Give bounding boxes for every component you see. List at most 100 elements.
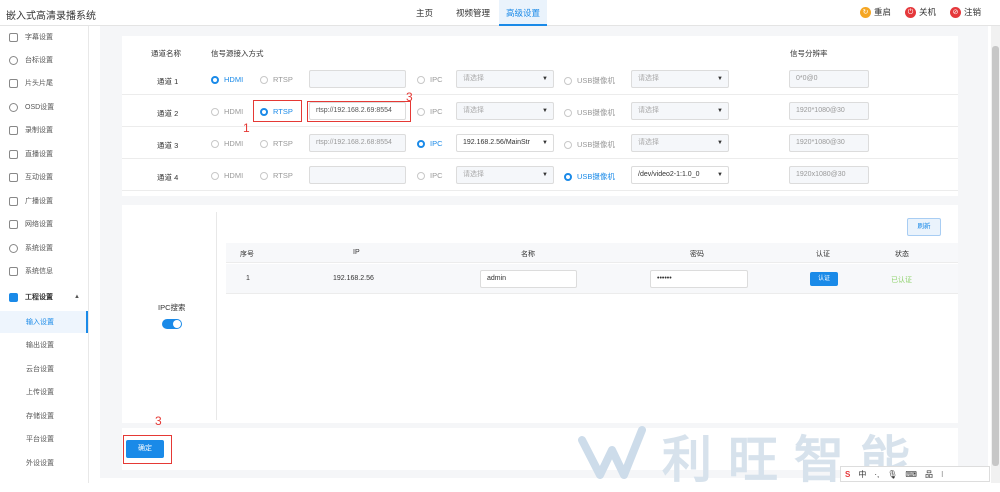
sidebar-sub-upload[interactable]: 上传设置 xyxy=(0,381,88,403)
mic-icon[interactable]: 🎙 xyxy=(887,470,897,479)
sidebar-item-subtitle[interactable]: 字幕设置 xyxy=(0,26,88,48)
radio-usb[interactable]: USB摄像机 xyxy=(564,171,615,182)
network-icon xyxy=(9,219,18,229)
radio-label: HDMI xyxy=(224,139,244,148)
sidebar-item-intro[interactable]: 片头片尾 xyxy=(0,72,88,94)
radio-rtsp[interactable]: RTSP xyxy=(260,75,293,84)
radio-dot xyxy=(564,76,572,85)
sidebar-item-label: 工程设置 xyxy=(25,294,53,301)
radio-rtsp[interactable]: RTSP xyxy=(260,139,293,148)
sidebar-item-osd[interactable]: OSD设置 xyxy=(0,96,88,118)
sidebar-item-engineering[interactable]: 工程设置 ▲ xyxy=(0,286,88,308)
resolution-field: 1920x1080@30 xyxy=(789,166,869,184)
radio-dot xyxy=(211,75,219,84)
ipc-select[interactable]: 请选择 ▼ xyxy=(456,102,554,120)
radio-dot xyxy=(564,108,572,117)
sidebar-item-network[interactable]: 网络设置 xyxy=(0,213,88,235)
annotation-number: 1 xyxy=(243,121,250,135)
sidebar-sub-input[interactable]: 输入设置 xyxy=(0,311,88,333)
ipc-search-toggle[interactable] xyxy=(162,319,182,329)
chevron-down-icon: ▼ xyxy=(717,172,723,178)
radio-usb[interactable]: USB摄像机 xyxy=(564,139,615,150)
channel-name: 通道 1 xyxy=(157,77,179,86)
sidebar-sub-platform[interactable]: 平台设置 xyxy=(0,428,88,450)
sidebar-sub-peripheral[interactable]: 外设设置 xyxy=(0,452,88,474)
radio-ipc[interactable]: IPC xyxy=(417,171,443,180)
grid-icon[interactable]: 品 xyxy=(925,469,933,480)
sidebar-item-system[interactable]: 系统设置 xyxy=(0,237,88,259)
sidebar-item-label: 录制设置 xyxy=(25,127,53,134)
ipc-table-header xyxy=(226,243,958,263)
ipc-select[interactable]: 请选择 ▼ xyxy=(456,166,554,184)
ipc-select[interactable]: 请选择 ▼ xyxy=(456,70,554,88)
ime-lang-toggle[interactable]: 中 xyxy=(858,469,866,480)
chevron-down-icon: ▼ xyxy=(542,140,548,146)
sidebar-sub-ptz[interactable]: 云台设置 xyxy=(0,358,88,380)
nav-video-management[interactable]: 视频管理 xyxy=(456,7,490,19)
resolution-field: 1920*1080@30 xyxy=(789,102,869,120)
film-icon xyxy=(9,78,18,88)
radio-ipc[interactable]: IPC xyxy=(417,139,443,148)
radio-hdmi[interactable]: HDMI xyxy=(211,171,243,180)
nav-home[interactable]: 主页 xyxy=(416,7,433,19)
header-resolution: 信号分辨率 xyxy=(790,49,828,58)
record-icon xyxy=(9,125,18,135)
radio-ipc[interactable]: IPC xyxy=(417,107,443,116)
radio-usb[interactable]: USB摄像机 xyxy=(564,75,615,86)
sidebar-item-interaction[interactable]: 互动设置 xyxy=(0,166,88,188)
radio-dot xyxy=(211,107,219,116)
channel-name: 通道 3 xyxy=(157,141,179,150)
refresh-button[interactable]: 刷新 xyxy=(907,218,941,236)
restart-icon: ↻ xyxy=(860,6,871,18)
rtsp-url-input[interactable]: rtsp://192.168.2.68:8554 xyxy=(309,134,406,152)
sidebar-item-label: 网络设置 xyxy=(25,221,53,228)
radio-hdmi[interactable]: HDMI xyxy=(211,75,243,84)
sidebar-item-record[interactable]: 录制设置 xyxy=(0,119,88,141)
usb-select[interactable]: 请选择 ▼ xyxy=(631,102,729,120)
radio-ipc[interactable]: IPC xyxy=(417,75,443,84)
ipc-password-input[interactable]: •••••• xyxy=(650,270,748,288)
radio-label: RTSP xyxy=(273,139,293,148)
annotation-number: 3 xyxy=(406,90,413,104)
auth-button[interactable]: 认证 xyxy=(810,272,838,286)
logout-button[interactable]: ⊘ 注销 xyxy=(950,6,981,18)
top-bar: 嵌入式高清录播系统 主页 视频管理 高级设置 ↻ 重启 ⏻ 关机 ⊘ 注销 xyxy=(0,0,1000,26)
rtsp-url-input[interactable] xyxy=(309,166,406,184)
ime-punct-toggle[interactable]: ·, xyxy=(874,470,879,479)
sidebar-item-label: 系统设置 xyxy=(25,245,53,252)
usb-select[interactable]: /dev/video2-1:1.0_0 ▼ xyxy=(631,166,729,184)
usb-select[interactable]: 请选择 ▼ xyxy=(631,70,729,88)
sidebar-sub-output[interactable]: 输出设置 xyxy=(0,334,88,356)
radio-dot xyxy=(417,139,425,148)
usb-select[interactable]: 请选择 ▼ xyxy=(631,134,729,152)
logout-label: 注销 xyxy=(964,7,982,17)
restart-button[interactable]: ↻ 重启 xyxy=(860,6,891,18)
radio-hdmi[interactable]: HDMI xyxy=(211,107,243,116)
sidebar-item-live[interactable]: 直播设置 xyxy=(0,143,88,165)
rtsp-url-input[interactable] xyxy=(309,70,406,88)
keyboard-icon[interactable]: ⌨ xyxy=(905,470,917,479)
ipc-name-input[interactable]: admin xyxy=(480,270,577,288)
radio-usb[interactable]: USB摄像机 xyxy=(564,107,615,118)
radio-dot xyxy=(564,140,572,149)
sidebar-item-sysinfo[interactable]: 系统信息 xyxy=(0,260,88,282)
select-value: 请选择 xyxy=(638,139,659,146)
shutdown-button[interactable]: ⏻ 关机 xyxy=(905,6,936,18)
header-index: 序号 xyxy=(240,251,254,258)
radio-label: USB摄像机 xyxy=(577,140,615,149)
chevron-down-icon: ▼ xyxy=(542,172,548,178)
confirm-button[interactable]: 确定 xyxy=(126,440,164,458)
radio-label: IPC xyxy=(430,75,443,84)
scrollbar-thumb[interactable] xyxy=(992,46,999,466)
radio-rtsp[interactable]: RTSP xyxy=(260,171,293,180)
nav-advanced-settings[interactable]: 高级设置 xyxy=(499,0,547,26)
ipc-select[interactable]: 192.168.2.56/MainStr ▼ xyxy=(456,134,554,152)
sidebar-item-broadcast[interactable]: 广播设置 xyxy=(0,190,88,212)
sidebar-item-logo[interactable]: 台标设置 xyxy=(0,49,88,71)
radio-hdmi[interactable]: HDMI xyxy=(211,139,243,148)
header-name: 名称 xyxy=(521,251,535,258)
more-icon[interactable]: ⁝ xyxy=(941,470,944,479)
sidebar-sub-storage[interactable]: 存储设置 xyxy=(0,405,88,427)
radio-label: USB摄像机 xyxy=(577,172,615,181)
toggle-knob xyxy=(173,320,181,328)
